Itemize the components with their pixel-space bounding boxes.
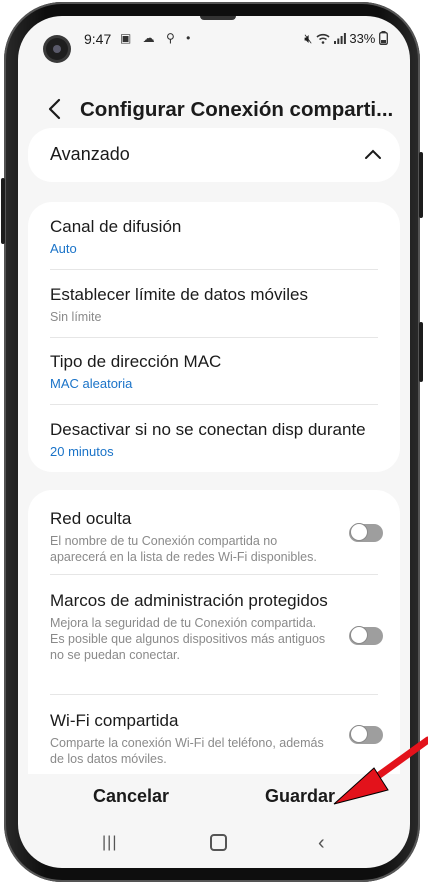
advanced-section-header[interactable]: Avanzado	[28, 128, 400, 182]
divider	[50, 574, 378, 575]
cancel-button[interactable]: Cancelar	[93, 786, 169, 807]
setting-value: 20 minutos	[50, 444, 114, 459]
setting-value: Auto	[50, 241, 77, 256]
front-camera	[46, 38, 68, 60]
toggle-row-hidden-network[interactable]: Red oculta El nombre de tu Conexión comp…	[50, 508, 330, 565]
switch-knob	[350, 523, 368, 541]
navigation-bar: ||| ‹	[18, 824, 410, 858]
side-key	[419, 322, 423, 382]
toggle-description: El nombre de tu Conexión compartida no a…	[50, 534, 317, 564]
setting-mac-address-type[interactable]: Tipo de dirección MAC MAC aleatoria	[50, 351, 378, 391]
divider	[50, 694, 378, 695]
divider	[50, 269, 378, 270]
toggle-title: Marcos de administración protegidos	[50, 591, 328, 610]
setting-title: Establecer límite de datos móviles	[50, 285, 308, 304]
toggle-title: Red oculta	[50, 509, 132, 528]
status-bar: 9:47 ▣ ☁ ⚲ • 🔇︎ 33%	[18, 16, 410, 60]
toggle-title: Wi-Fi compartida	[50, 711, 179, 730]
setting-title: Tipo de dirección MAC	[50, 352, 222, 371]
setting-value: MAC aleatoria	[50, 376, 133, 391]
setting-data-limit[interactable]: Establecer límite de datos móviles Sin l…	[50, 284, 378, 325]
volume-button	[1, 178, 5, 244]
setting-auto-off-timeout[interactable]: Desactivar si no se conectan disp durant…	[50, 419, 378, 459]
page-title: Configurar Conexión comparti...	[80, 98, 394, 121]
nav-back-icon[interactable]: ‹	[318, 832, 325, 855]
divider	[50, 337, 378, 338]
toggle-row-wifi-sharing[interactable]: Wi-Fi compartida Comparte la conexión Wi…	[50, 710, 330, 767]
battery-icon	[379, 31, 388, 45]
settings-card: Canal de difusión Auto Establecer límite…	[28, 202, 400, 472]
signal-icon	[333, 33, 346, 44]
protected-frames-switch[interactable]	[349, 626, 383, 645]
setting-value: Sin límite	[50, 310, 102, 324]
toggle-description: Comparte la conexión Wi-Fi del teléfono,…	[50, 736, 324, 766]
setting-title: Canal de difusión	[50, 217, 182, 236]
switch-knob	[350, 626, 368, 644]
status-right: 🔇︎ 33%	[304, 31, 388, 47]
recent-apps-icon[interactable]: |||	[102, 834, 117, 852]
status-time: 9:47	[84, 31, 112, 47]
setting-title: Desactivar si no se conectan disp durant…	[50, 420, 366, 439]
toggle-description: Mejora la seguridad de tu Conexión compa…	[50, 616, 326, 662]
toggle-row-protected-management-frames[interactable]: Marcos de administración protegidos Mejo…	[50, 590, 330, 663]
chevron-up-icon	[365, 149, 381, 159]
power-button	[419, 152, 423, 218]
divider	[50, 404, 378, 405]
red-arrow-annotation	[333, 736, 428, 805]
advanced-label: Avanzado	[50, 144, 130, 164]
hidden-network-switch[interactable]	[349, 523, 383, 542]
mute-icon: 🔇︎	[304, 31, 313, 46]
battery-percent: 33%	[349, 31, 376, 46]
setting-broadcast-channel[interactable]: Canal de difusión Auto	[50, 216, 378, 256]
notification-icons: ▣ ☁ ⚲ •	[120, 31, 195, 45]
save-button[interactable]: Guardar	[265, 786, 335, 807]
back-arrow-icon[interactable]	[44, 96, 66, 122]
wifi-icon	[316, 33, 330, 44]
home-icon[interactable]	[210, 834, 227, 851]
